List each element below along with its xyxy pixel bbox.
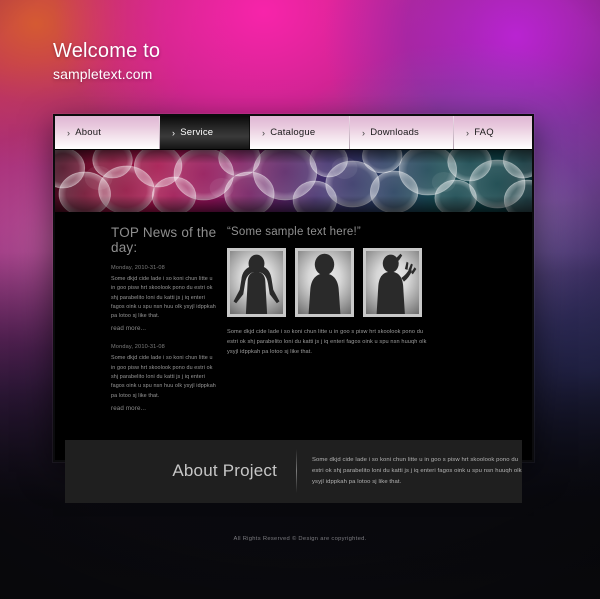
news-heading: TOP News of the day: (111, 225, 217, 255)
news-column: TOP News of the day: Monday, 2010-31-08 … (55, 225, 225, 424)
nav-label: Catalogue (270, 127, 316, 138)
footer-copyright: All Rights Reserved © Design are copyrig… (233, 536, 367, 542)
nav-item-downloads[interactable]: › Downloads (350, 116, 454, 149)
news-body: Some dkjd cide lade i so koni chun litte… (111, 276, 216, 320)
nav-label: Downloads (370, 127, 420, 138)
chevron-right-icon: › (67, 127, 71, 138)
chevron-right-icon: › (262, 127, 266, 138)
showcase-column: “Some sample text here!” Some dkjd cide … (225, 225, 532, 424)
main-navigation: › About › Service › Catalogue › Download… (55, 116, 532, 150)
news-item: Monday, 2010-31-08 Some dkjd cide lade i… (111, 265, 217, 332)
photo-gallery (227, 248, 518, 317)
news-body: Some dkjd cide lade i so koni chun litte… (111, 355, 216, 399)
silhouette-icon (376, 253, 417, 314)
page-root: Welcome to sampletext.com › About › Serv… (0, 0, 600, 599)
silhouette-icon (233, 254, 280, 314)
welcome-line-1: Welcome to (53, 40, 161, 62)
news-item: Monday, 2010-31-08 Some dkjd cide lade i… (111, 344, 217, 411)
read-more-link[interactable]: read more... (111, 405, 217, 412)
about-project-title: About Project (172, 461, 278, 481)
chevron-right-icon: › (466, 127, 470, 138)
showcase-heading: “Some sample text here!” (227, 226, 361, 238)
photo-silhouette-hands-on-hips[interactable] (227, 248, 286, 317)
banner-vignette (55, 150, 532, 212)
chevron-right-icon: › (172, 127, 176, 138)
photo-silhouette-waving[interactable] (363, 248, 422, 317)
silhouette-icon (308, 253, 341, 314)
nav-item-about[interactable]: › About (55, 116, 160, 149)
nav-label: About (75, 127, 102, 138)
nav-item-faq[interactable]: › FAQ (454, 116, 532, 149)
showcase-body: Some dkjd cide lade i so koni chun litte… (227, 329, 427, 355)
about-project-panel: About Project Some dkjd cide lade i so k… (65, 439, 522, 503)
news-date: Monday, 2010-31-08 (111, 344, 165, 351)
welcome-line-2: sampletext.com (53, 66, 153, 82)
welcome-heading: Welcome to sampletext.com (53, 41, 160, 81)
news-date: Monday, 2010-31-08 (111, 265, 165, 271)
nav-label: FAQ (474, 127, 494, 138)
hero-banner-bokeh (55, 150, 532, 213)
chevron-right-icon: › (362, 127, 366, 138)
content-area: TOP News of the day: Monday, 2010-31-08 … (55, 213, 532, 440)
nav-item-service[interactable]: › Service (160, 116, 250, 149)
photo-silhouette-standing[interactable] (295, 248, 354, 317)
nav-label: Service (180, 127, 214, 138)
nav-item-catalogue[interactable]: › Catalogue (250, 116, 350, 149)
read-more-link[interactable]: read more... (111, 325, 217, 332)
site-card: › About › Service › Catalogue › Download… (53, 114, 534, 503)
about-project-body: Some dkjd cide lade i so koni chun litte… (312, 457, 522, 485)
